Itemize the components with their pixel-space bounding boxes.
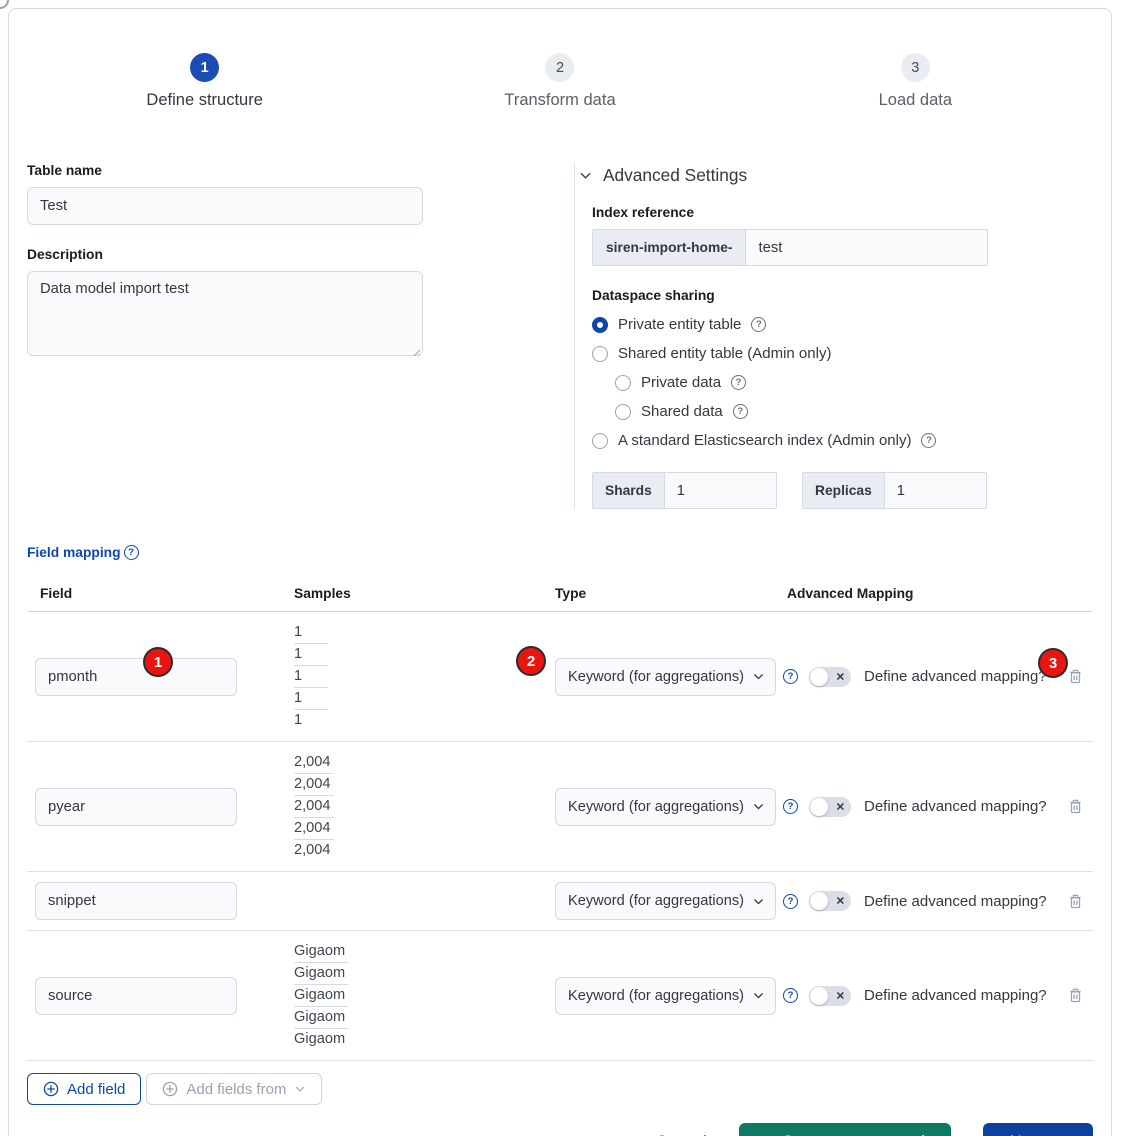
cancel-button[interactable]: Cancel [656,1133,707,1136]
chevron-down-icon [294,1083,306,1095]
type-select[interactable]: Keyword (for aggregations) [555,977,776,1015]
type-select[interactable]: Keyword (for aggregations) [555,658,776,696]
field-mapping-help-icon[interactable] [124,545,139,560]
annotation-circle-2: 2 [516,646,546,676]
page-corner-artifact [0,0,9,9]
chevron-down-icon [752,989,765,1002]
advanced-settings-title: Advanced Settings [603,165,747,186]
advanced-settings-header[interactable]: Advanced Settings [578,163,988,186]
help-icon[interactable] [751,317,766,332]
table-row-source: Gigaom Gigaom Gigaom Gigaom Gigaom Keywo… [27,931,1093,1061]
plus-circle-icon [162,1081,178,1097]
field-mapping-header-row: Field Samples Type Advanced Mapping [27,586,1093,612]
radio-selected-icon[interactable] [592,317,608,333]
step-1-label: Define structure [146,91,262,110]
add-field-button[interactable]: Add field [27,1073,141,1105]
advanced-mapping-toggle[interactable] [809,986,851,1006]
field-name-input[interactable] [35,977,237,1015]
radio-icon[interactable] [592,433,608,449]
description-textarea[interactable]: Data model import test [27,271,423,356]
index-reference-field: siren-import-home- [592,229,988,266]
radio-shared-data[interactable]: Shared data [615,403,988,420]
chevron-down-icon [752,670,765,683]
column-header-type: Type [555,586,787,601]
step-load-data[interactable]: 3 Load data [738,53,1093,110]
trash-icon [1067,668,1084,685]
next-button[interactable]: Next [983,1123,1093,1136]
shards-field: Shards [592,472,777,509]
table-name-input[interactable] [27,187,423,225]
step-3-label: Load data [879,91,952,110]
delete-field-button[interactable] [1067,798,1084,815]
advanced-mapping-toggle[interactable] [809,797,851,817]
annotation-circle-1: 1 [143,647,173,677]
field-name-input[interactable] [35,658,237,696]
chevron-down-icon [752,800,765,813]
step-define-structure[interactable]: 1 Define structure [27,53,382,110]
radio-icon[interactable] [615,375,631,391]
plus-circle-icon [43,1081,59,1097]
radio-shared-entity-table[interactable]: Shared entity table (Admin only) [592,345,988,362]
create-structure-only-button[interactable]: Create structure only [739,1123,951,1136]
delete-field-button[interactable] [1067,987,1084,1004]
chevron-down-icon [752,895,765,908]
table-row-pmonth: 1 1 1 1 1 Keyword (for aggregations) Def… [27,612,1093,742]
radio-icon[interactable] [592,346,608,362]
step-3-circle[interactable]: 3 [901,53,930,82]
radio-private-entity-table[interactable]: Private entity table [592,316,988,333]
column-header-advanced-mapping: Advanced Mapping [787,586,1093,601]
trash-icon [1067,987,1084,1004]
field-mapping-table: Field Samples Type Advanced Mapping 1 1 … [27,586,1093,1061]
advanced-settings-accordion: Advanced Settings Index reference siren-… [574,163,988,509]
shards-label: Shards [593,473,665,508]
radio-standard-elasticsearch-index[interactable]: A standard Elasticsearch index (Admin on… [592,432,988,449]
step-1-circle[interactable]: 1 [190,53,219,82]
step-2-circle[interactable]: 2 [545,53,574,82]
help-icon[interactable] [731,375,746,390]
replicas-label: Replicas [803,473,885,508]
radio-private-data[interactable]: Private data [615,374,988,391]
table-name-label: Table name [27,163,423,178]
dataspace-sharing-label: Dataspace sharing [592,288,988,303]
wizard-stepper: 1 Define structure 2 Transform data 3 Lo… [27,53,1093,110]
annotation-circle-3: 3 [1038,648,1068,678]
samples-list: Gigaom Gigaom Gigaom Gigaom Gigaom [294,941,555,1050]
index-prefix: siren-import-home- [593,230,746,265]
samples-list: 1 1 1 1 1 [294,622,555,731]
chevron-down-icon [578,168,593,183]
trash-icon [1067,893,1084,910]
step-transform-data[interactable]: 2 Transform data [382,53,737,110]
type-select[interactable]: Keyword (for aggregations) [555,882,776,920]
delete-field-button[interactable] [1067,668,1084,685]
index-name-input[interactable] [746,230,987,265]
radio-icon[interactable] [615,404,631,420]
field-name-input[interactable] [35,788,237,826]
table-row-pyear: 2,004 2,004 2,004 2,004 2,004 Keyword (f… [27,742,1093,872]
field-name-input[interactable] [35,882,237,920]
help-icon[interactable] [733,404,748,419]
table-row-snippet: Keyword (for aggregations) Define advanc… [27,872,1093,931]
column-header-field: Field [27,586,294,601]
delete-field-button[interactable] [1067,893,1084,910]
replicas-field: Replicas [802,472,987,509]
index-reference-label: Index reference [592,205,988,220]
description-label: Description [27,247,423,262]
step-2-label: Transform data [504,91,615,110]
add-fields-from-button[interactable]: Add fields from [146,1073,322,1105]
import-wizard-panel: 1 Define structure 2 Transform data 3 Lo… [8,8,1112,1136]
type-select[interactable]: Keyword (for aggregations) [555,788,776,826]
advanced-mapping-toggle[interactable] [809,891,851,911]
replicas-input[interactable] [885,473,986,508]
field-mapping-title: Field mapping [27,545,121,560]
advanced-mapping-toggle[interactable] [809,667,851,687]
samples-list: 2,004 2,004 2,004 2,004 2,004 [294,752,555,861]
help-icon[interactable] [921,433,936,448]
column-header-samples: Samples [294,586,555,601]
trash-icon [1067,798,1084,815]
shards-input[interactable] [665,473,776,508]
